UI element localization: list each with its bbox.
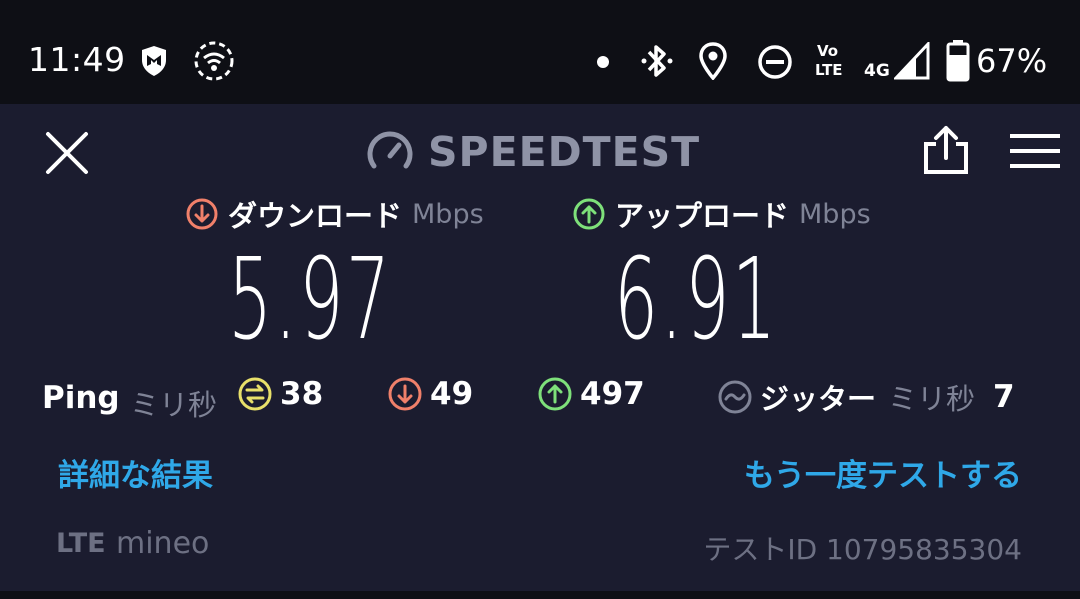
ping-idle-icon [238,377,272,411]
network-type-label: 4G [864,61,890,81]
notification-dot-icon [597,56,609,68]
details-link[interactable]: 詳細な結果 [58,450,213,495]
download-arrow-icon [186,198,218,230]
download-header: ダウンロード Mbps [186,194,484,234]
status-bar: 11:49 Vo LTE 4G 67% [0,0,1080,104]
speedtest-logo: SPEEDTEST [366,126,706,176]
ping-idle-value: 38 [280,376,324,412]
mcafee-shield-icon [142,46,166,76]
download-unit: Mbps [412,198,484,230]
ping-upload-value: 497 [580,376,645,412]
download-value: 5.97 [228,235,393,365]
close-icon[interactable] [44,130,90,176]
bottom-strip [0,591,1080,599]
ping-upload: 497 [538,376,645,412]
location-pin-icon [699,42,727,80]
volte-label-bottom: LTE [815,61,843,79]
upload-header: アップロード Mbps [573,194,871,234]
jitter-value: 7 [993,379,1015,415]
upload-arrow-icon [573,198,605,230]
ping-idle: 38 [238,376,323,412]
volte-label-top: Vo [817,42,839,60]
ping-label: Ping [42,380,120,416]
hamburger-menu-icon[interactable] [1008,132,1062,170]
logo-text: SPEEDTEST [428,128,701,176]
speedometer-icon [367,131,413,169]
retest-link[interactable]: もう一度テストする [744,450,1022,495]
upload-unit: Mbps [799,198,871,230]
provider-tech: LTE [56,528,106,559]
jitter-label: ジッター [760,382,877,416]
cell-signal-icon [894,42,930,80]
ping-download: 49 [388,376,473,412]
jitter-unit: ミリ秒 [888,382,976,416]
ping-download-icon [388,377,422,411]
download-label: ダウンロード [228,199,403,233]
upload-label: アップロード [615,199,790,233]
ping-upload-icon [538,377,572,411]
jitter-icon [718,380,752,414]
do-not-disturb-icon [758,45,792,79]
provider-name: mineo [116,526,210,561]
battery-icon [946,40,970,82]
volte-icon: Vo LTE [815,42,855,82]
share-icon[interactable] [920,124,972,176]
speedtest-app [0,104,1080,591]
upload-value: 6.91 [614,235,779,365]
bluetooth-icon [641,45,673,77]
test-id: テストID 10795835304 [703,533,1022,566]
status-time: 11:49 [28,40,126,79]
jitter: ジッター ミリ秒 7 [718,376,1015,418]
battery-percent: 67% [976,42,1048,80]
ping-download-value: 49 [430,376,474,412]
wifi-signal-icon [194,41,234,81]
ping-unit: ミリ秒 [130,388,218,422]
